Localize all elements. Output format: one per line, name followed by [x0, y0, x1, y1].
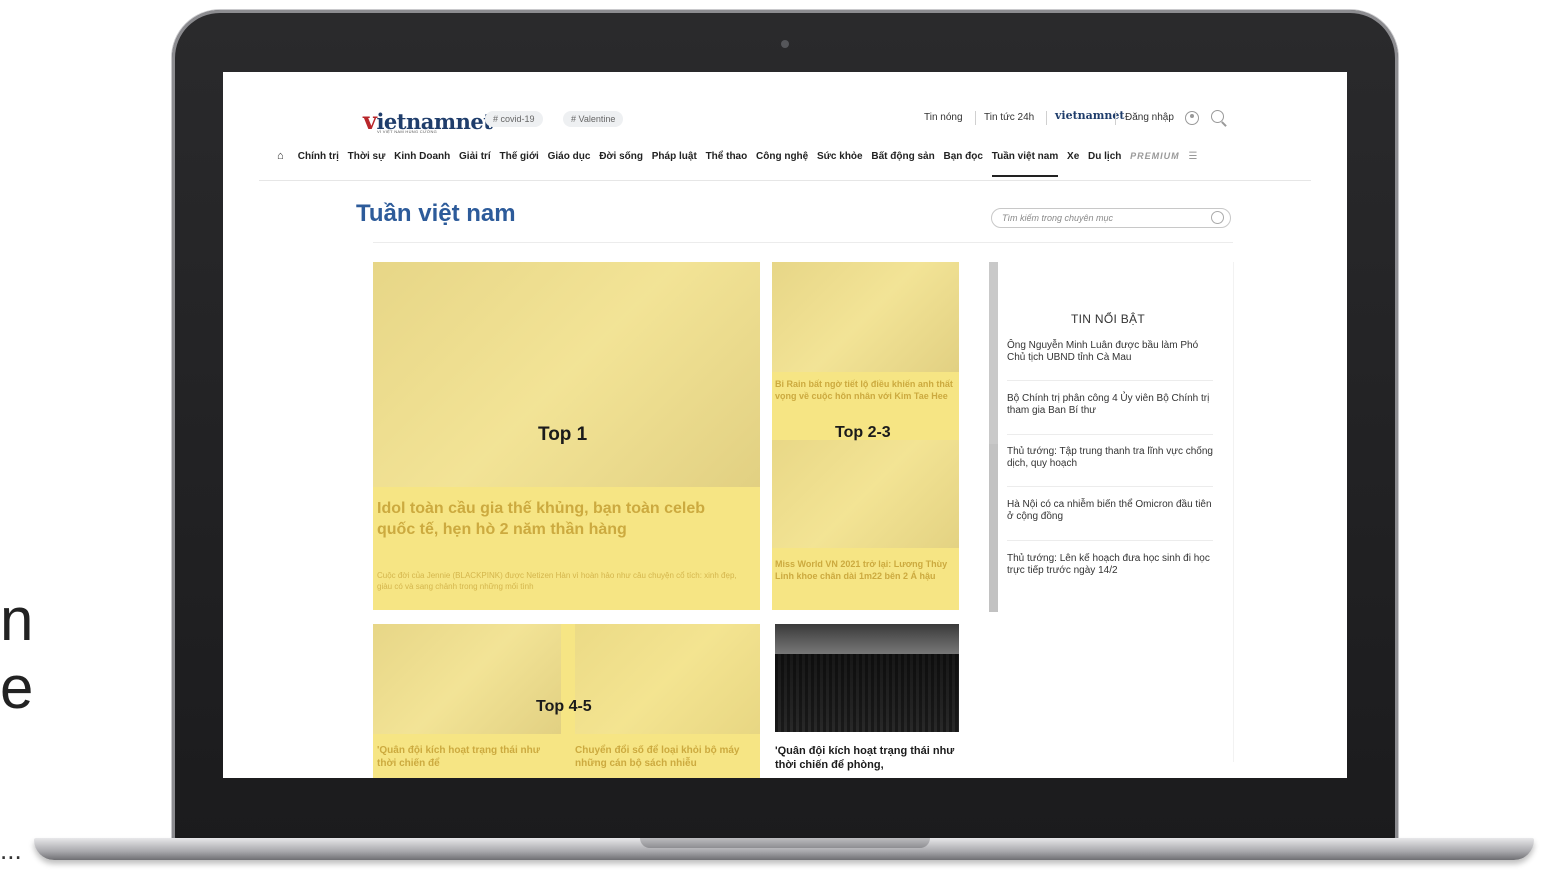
search-icon[interactable] — [1211, 211, 1224, 224]
nav-item[interactable]: Công nghệ — [756, 151, 808, 162]
nav-item[interactable]: Giải trí — [459, 151, 491, 162]
sidebar-accent-bar — [989, 444, 998, 612]
divider — [1007, 486, 1213, 487]
cropped-ellipsis: ... — [0, 835, 22, 865]
search-placeholder: Tìm kiếm trong chuyên mục — [1002, 213, 1114, 223]
nav-item[interactable]: Giáo dục — [548, 151, 591, 162]
top45-highlight[interactable]: Top 4-5 'Quân đội kích hoạt trạng thái n… — [373, 624, 760, 778]
nav-item[interactable]: Đời sống — [599, 151, 643, 162]
browser-screen: vietnamnet VÌ VIỆT NAM HÙNG CƯỜNG # covi… — [223, 72, 1347, 778]
cropped-glyph-2: e — [0, 654, 34, 721]
login-link[interactable]: Đăng nhập — [1125, 112, 1174, 123]
nav-item[interactable]: Xe — [1067, 151, 1079, 162]
logo-tagline: VÌ VIỆT NAM HÙNG CƯỜNG — [377, 129, 438, 134]
article-card-image[interactable] — [775, 624, 959, 732]
site-header: vietnamnet VÌ VIỆT NAM HÙNG CƯỜNG # covi… — [223, 72, 1347, 142]
title-divider — [373, 242, 1233, 243]
divider — [1007, 540, 1213, 541]
top23-highlight[interactable]: Bi Rain bất ngờ tiết lộ điều khiến anh t… — [772, 262, 959, 610]
top4-headline[interactable]: 'Quân đội kích hoạt trạng thái như thời … — [377, 744, 557, 770]
nav-item[interactable]: Sức khỏe — [817, 151, 863, 162]
top2-headline[interactable]: Bi Rain bất ngờ tiết lộ điều khiến anh t… — [775, 378, 953, 402]
nav-item[interactable]: Bạn đọc — [944, 151, 983, 162]
home-icon[interactable]: ⌂ — [277, 150, 289, 162]
nav-item[interactable]: Thế giới — [500, 151, 539, 162]
tag-valentine[interactable]: # Valentine — [563, 111, 624, 127]
nav-item[interactable]: Pháp luật — [652, 151, 697, 162]
top1-image — [373, 262, 760, 487]
top1-label: Top 1 — [538, 424, 588, 445]
top3-headline[interactable]: Miss World VN 2021 trở lại: Lương Thùy L… — [775, 558, 953, 582]
cropped-glyph-1: n — [0, 586, 34, 653]
search-icon[interactable] — [1211, 110, 1224, 123]
article-card-title[interactable]: 'Quân đội kích hoạt trạng thái như thời … — [775, 744, 965, 772]
logo-initial: v — [363, 106, 377, 135]
sidebar-news-item[interactable]: Ông Nguyễn Minh Luân được bầu làm Phó Ch… — [1007, 340, 1213, 364]
divider — [1115, 111, 1116, 125]
hamburger-icon[interactable]: ☰ — [1188, 151, 1202, 162]
divider — [1046, 111, 1047, 125]
tag-covid[interactable]: # covid-19 — [485, 111, 543, 127]
premium-link[interactable]: PREMIUM — [1130, 151, 1180, 161]
nav-item[interactable]: Chính trị — [298, 151, 339, 162]
nav-item[interactable]: Thể thao — [706, 151, 748, 162]
divider — [975, 111, 976, 125]
user-icon[interactable] — [1185, 111, 1199, 125]
top1-highlight[interactable]: Top 1 Idol toàn cầu gia thế khủng, bạn t… — [373, 262, 760, 610]
top5-headline[interactable]: Chuyển đổi số để loại khỏi bộ máy những … — [575, 744, 757, 770]
nav-item[interactable]: Bất động sản — [871, 151, 934, 162]
sidebar-edge — [1233, 262, 1234, 762]
divider — [1007, 434, 1213, 435]
sidebar-news-item[interactable]: Thủ tướng: Lên kế hoạch đưa học sinh đi … — [1007, 553, 1213, 577]
nav-item[interactable]: Thời sự — [348, 151, 386, 162]
top1-headline[interactable]: Idol toàn cầu gia thế khủng, bạn toàn ce… — [377, 498, 747, 540]
link-tin-nong[interactable]: Tin nóng — [924, 112, 963, 123]
top45-label: Top 4-5 — [536, 698, 592, 715]
sidebar-news-item[interactable]: Thủ tướng: Tập trung thanh tra lĩnh vực … — [1007, 446, 1213, 470]
nav-item[interactable]: Kinh Doanh — [394, 151, 450, 162]
nav-divider — [259, 180, 1311, 181]
main-nav: ⌂ Chính trị Thời sự Kinh Doanh Giải trí … — [277, 150, 1317, 177]
top5-image — [575, 624, 760, 734]
top2-image — [772, 262, 959, 372]
top3-image — [772, 440, 959, 548]
camera — [781, 40, 789, 48]
nav-item-active[interactable]: Tuần việt nam — [991, 151, 1058, 177]
stage: n e ... vietnamnet VÌ VIỆT NAM HÙNG CƯỜN… — [0, 0, 1553, 870]
cropped-text: n e — [0, 590, 33, 726]
link-tin-tuc-24h[interactable]: Tin tức 24h — [984, 112, 1034, 123]
category-title: Tuần việt nam — [356, 200, 516, 227]
sidebar-heading: TIN NỔI BẬT — [1071, 312, 1145, 326]
top4-image — [373, 624, 561, 734]
sidebar-news-item[interactable]: Bộ Chính trị phân công 4 Ủy viên Bộ Chín… — [1007, 393, 1213, 417]
top1-snippet: Cuộc đời của Jennie (BLACKPINK) được Net… — [377, 571, 737, 591]
nav-item[interactable]: Du lịch — [1088, 151, 1121, 162]
divider — [1007, 380, 1213, 381]
sidebar-news-item[interactable]: Hà Nội có ca nhiễm biến thể Omicron đầu … — [1007, 499, 1213, 523]
laptop-notch — [640, 838, 930, 848]
category-search-input[interactable]: Tìm kiếm trong chuyên mục — [991, 208, 1231, 228]
